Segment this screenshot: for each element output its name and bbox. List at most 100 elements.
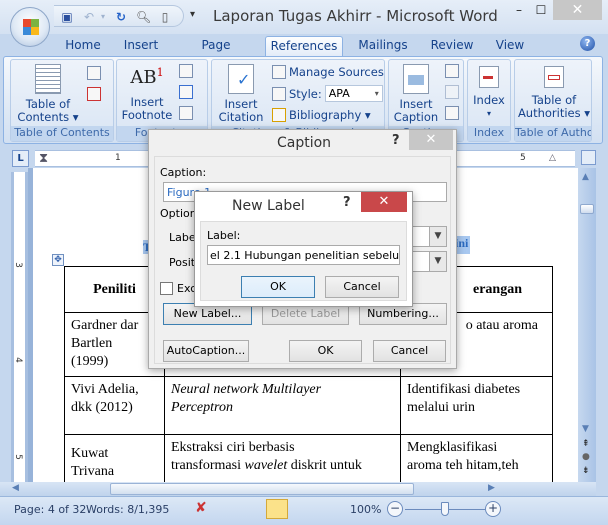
- next-page-icon[interactable]: ⇟: [582, 466, 590, 476]
- insert-endnote-icon[interactable]: [179, 64, 193, 78]
- tab-selector-button[interactable]: L: [12, 150, 29, 167]
- scroll-down-icon[interactable]: ▼: [582, 424, 589, 434]
- chevron-down-icon: ▼: [429, 252, 446, 271]
- table-row: Vivi Adelia, dkk (2012) Neural network Mu…: [64, 376, 553, 435]
- next-footnote-icon[interactable]: [179, 85, 193, 99]
- text-run-italic: wavelet: [244, 458, 288, 473]
- new-label-ok-button[interactable]: OK: [241, 276, 315, 298]
- caption-dialog-title: Caption: [277, 135, 332, 151]
- vruler-mark-3: 3: [12, 262, 23, 268]
- bibliography-label: Bibliography ▾: [289, 108, 371, 122]
- tab-page-layout[interactable]: Page Layout: [180, 36, 252, 70]
- toc-label-2: Contents ▾: [17, 110, 79, 124]
- manage-sources-button[interactable]: Manage Sources: [272, 65, 384, 79]
- index-label: Index: [473, 93, 505, 107]
- select-browse-object-icon[interactable]: ●: [582, 452, 590, 462]
- redo-icon[interactable]: ↻: [114, 10, 128, 24]
- print-layout-view-icon[interactable]: [266, 499, 288, 519]
- new-label-help-button[interactable]: ?: [343, 195, 351, 210]
- previous-page-icon[interactable]: ⇞: [582, 439, 590, 449]
- group-label-toc: Table of Contents: [11, 126, 113, 141]
- horizontal-scrollbar[interactable]: ◀ ▶: [0, 482, 596, 496]
- print-preview-icon[interactable]: 🔍︎: [136, 10, 151, 24]
- add-text-icon[interactable]: [87, 66, 101, 80]
- caption-help-button[interactable]: ?: [392, 133, 400, 148]
- zoom-slider-thumb[interactable]: [441, 502, 449, 516]
- style-icon: [272, 86, 286, 101]
- insert-caption-button[interactable]: Insert Caption: [391, 64, 441, 124]
- scroll-left-icon[interactable]: ◀: [12, 483, 19, 493]
- full-screen-reading-view-icon[interactable]: [290, 501, 306, 517]
- ruler-mark-5: 5: [520, 153, 526, 163]
- tab-review[interactable]: Review: [428, 36, 476, 56]
- vertical-scrollbar[interactable]: ▲ ▼ ⇞ ● ⇟: [578, 168, 596, 482]
- cell-line: Mengklasifikasi: [407, 440, 498, 455]
- chevron-down-icon: ▾: [374, 89, 379, 98]
- cross-reference-icon[interactable]: [445, 106, 459, 120]
- insert-table-of-figures-icon[interactable]: [445, 64, 459, 78]
- table-move-handle-icon[interactable]: ✥: [52, 254, 64, 266]
- caption-ok-button[interactable]: OK: [289, 340, 362, 362]
- new-label-close-button[interactable]: ✕: [361, 192, 407, 212]
- cell-line: Identifikasi diabetes: [407, 382, 521, 397]
- update-table-icon[interactable]: [87, 87, 101, 101]
- sup-glyph: 1: [156, 66, 164, 79]
- h-scroll-thumb[interactable]: [110, 483, 414, 495]
- view-ruler-button[interactable]: [581, 150, 596, 165]
- caption-close-button[interactable]: ✕: [409, 130, 453, 150]
- window-edge: [596, 144, 608, 494]
- autocaption-button[interactable]: AutoCaption...: [163, 340, 249, 362]
- insert-caption-icon: [403, 64, 429, 94]
- right-indent-marker-icon[interactable]: △: [549, 153, 556, 163]
- zoom-in-button[interactable]: +: [485, 501, 501, 517]
- scroll-thumb[interactable]: [580, 204, 594, 214]
- cell-line: Kuwat: [71, 446, 109, 461]
- insert-footnote-button[interactable]: AB1 Insert Footnote: [119, 66, 175, 122]
- new-label-input[interactable]: el 2.1 Hubungan penelitian sebelumnya: [207, 245, 400, 265]
- scroll-right-icon[interactable]: ▶: [488, 483, 495, 493]
- style-dropdown[interactable]: APA ▾: [324, 85, 383, 102]
- indent-marker-icon[interactable]: ⧗: [39, 151, 48, 166]
- bibliography-button[interactable]: Bibliography ▾: [272, 108, 371, 122]
- outline-view-icon[interactable]: [327, 501, 343, 517]
- office-logo-icon: [23, 19, 39, 35]
- zoom-out-button[interactable]: −: [387, 501, 403, 517]
- vruler-mark-4: 4: [12, 357, 23, 363]
- undo-dropdown-icon[interactable]: ▾: [96, 10, 110, 24]
- scroll-up-icon[interactable]: ▲: [582, 172, 589, 182]
- tab-insert[interactable]: Insert: [120, 36, 162, 56]
- manage-sources-icon: [272, 65, 286, 79]
- table-of-contents-button[interactable]: Table of Contents ▾: [15, 64, 81, 124]
- web-layout-view-icon[interactable]: [308, 501, 324, 517]
- index-button[interactable]: Index ▾: [470, 66, 508, 120]
- save-icon[interactable]: ▣: [60, 10, 74, 24]
- new-document-icon[interactable]: ▯: [158, 10, 172, 24]
- zoom-level[interactable]: 100%: [350, 503, 381, 516]
- maximize-button[interactable]: ☐: [530, 0, 552, 20]
- insert-citation-icon: ✓: [228, 64, 254, 94]
- close-window-button[interactable]: ✕: [553, 0, 602, 20]
- proofing-errors-icon[interactable]: ✘: [195, 500, 207, 516]
- new-label-label: Label:: [207, 229, 241, 242]
- help-icon[interactable]: ?: [580, 36, 595, 51]
- customize-qat-icon[interactable]: ▾: [190, 9, 195, 20]
- tab-mailings[interactable]: Mailings: [355, 36, 411, 56]
- minimize-button[interactable]: –: [508, 0, 530, 20]
- table-of-authorities-button[interactable]: Table of Authorities ▾: [517, 66, 591, 120]
- cell-line: dkk (2012): [71, 400, 133, 415]
- caption-cancel-button[interactable]: Cancel: [373, 340, 446, 362]
- exclude-label-checkbox[interactable]: [160, 282, 173, 295]
- tab-references[interactable]: References: [265, 36, 343, 56]
- vertical-ruler[interactable]: 3 4 5: [11, 172, 28, 482]
- show-notes-icon[interactable]: [179, 106, 193, 120]
- word-count[interactable]: Words: 8/1,395: [86, 503, 169, 516]
- new-label-cancel-button[interactable]: Cancel: [325, 276, 399, 298]
- tab-view[interactable]: View: [492, 36, 528, 56]
- update-table-of-figures-icon[interactable]: [445, 85, 459, 99]
- cell-line: Vivi Adelia,: [71, 382, 139, 397]
- authorities-label-2: Authorities ▾: [517, 106, 591, 120]
- tab-home[interactable]: Home: [62, 36, 104, 56]
- office-button[interactable]: [10, 7, 50, 47]
- page-count[interactable]: Page: 4 of 32: [14, 503, 86, 516]
- undo-icon[interactable]: ↶: [82, 10, 96, 24]
